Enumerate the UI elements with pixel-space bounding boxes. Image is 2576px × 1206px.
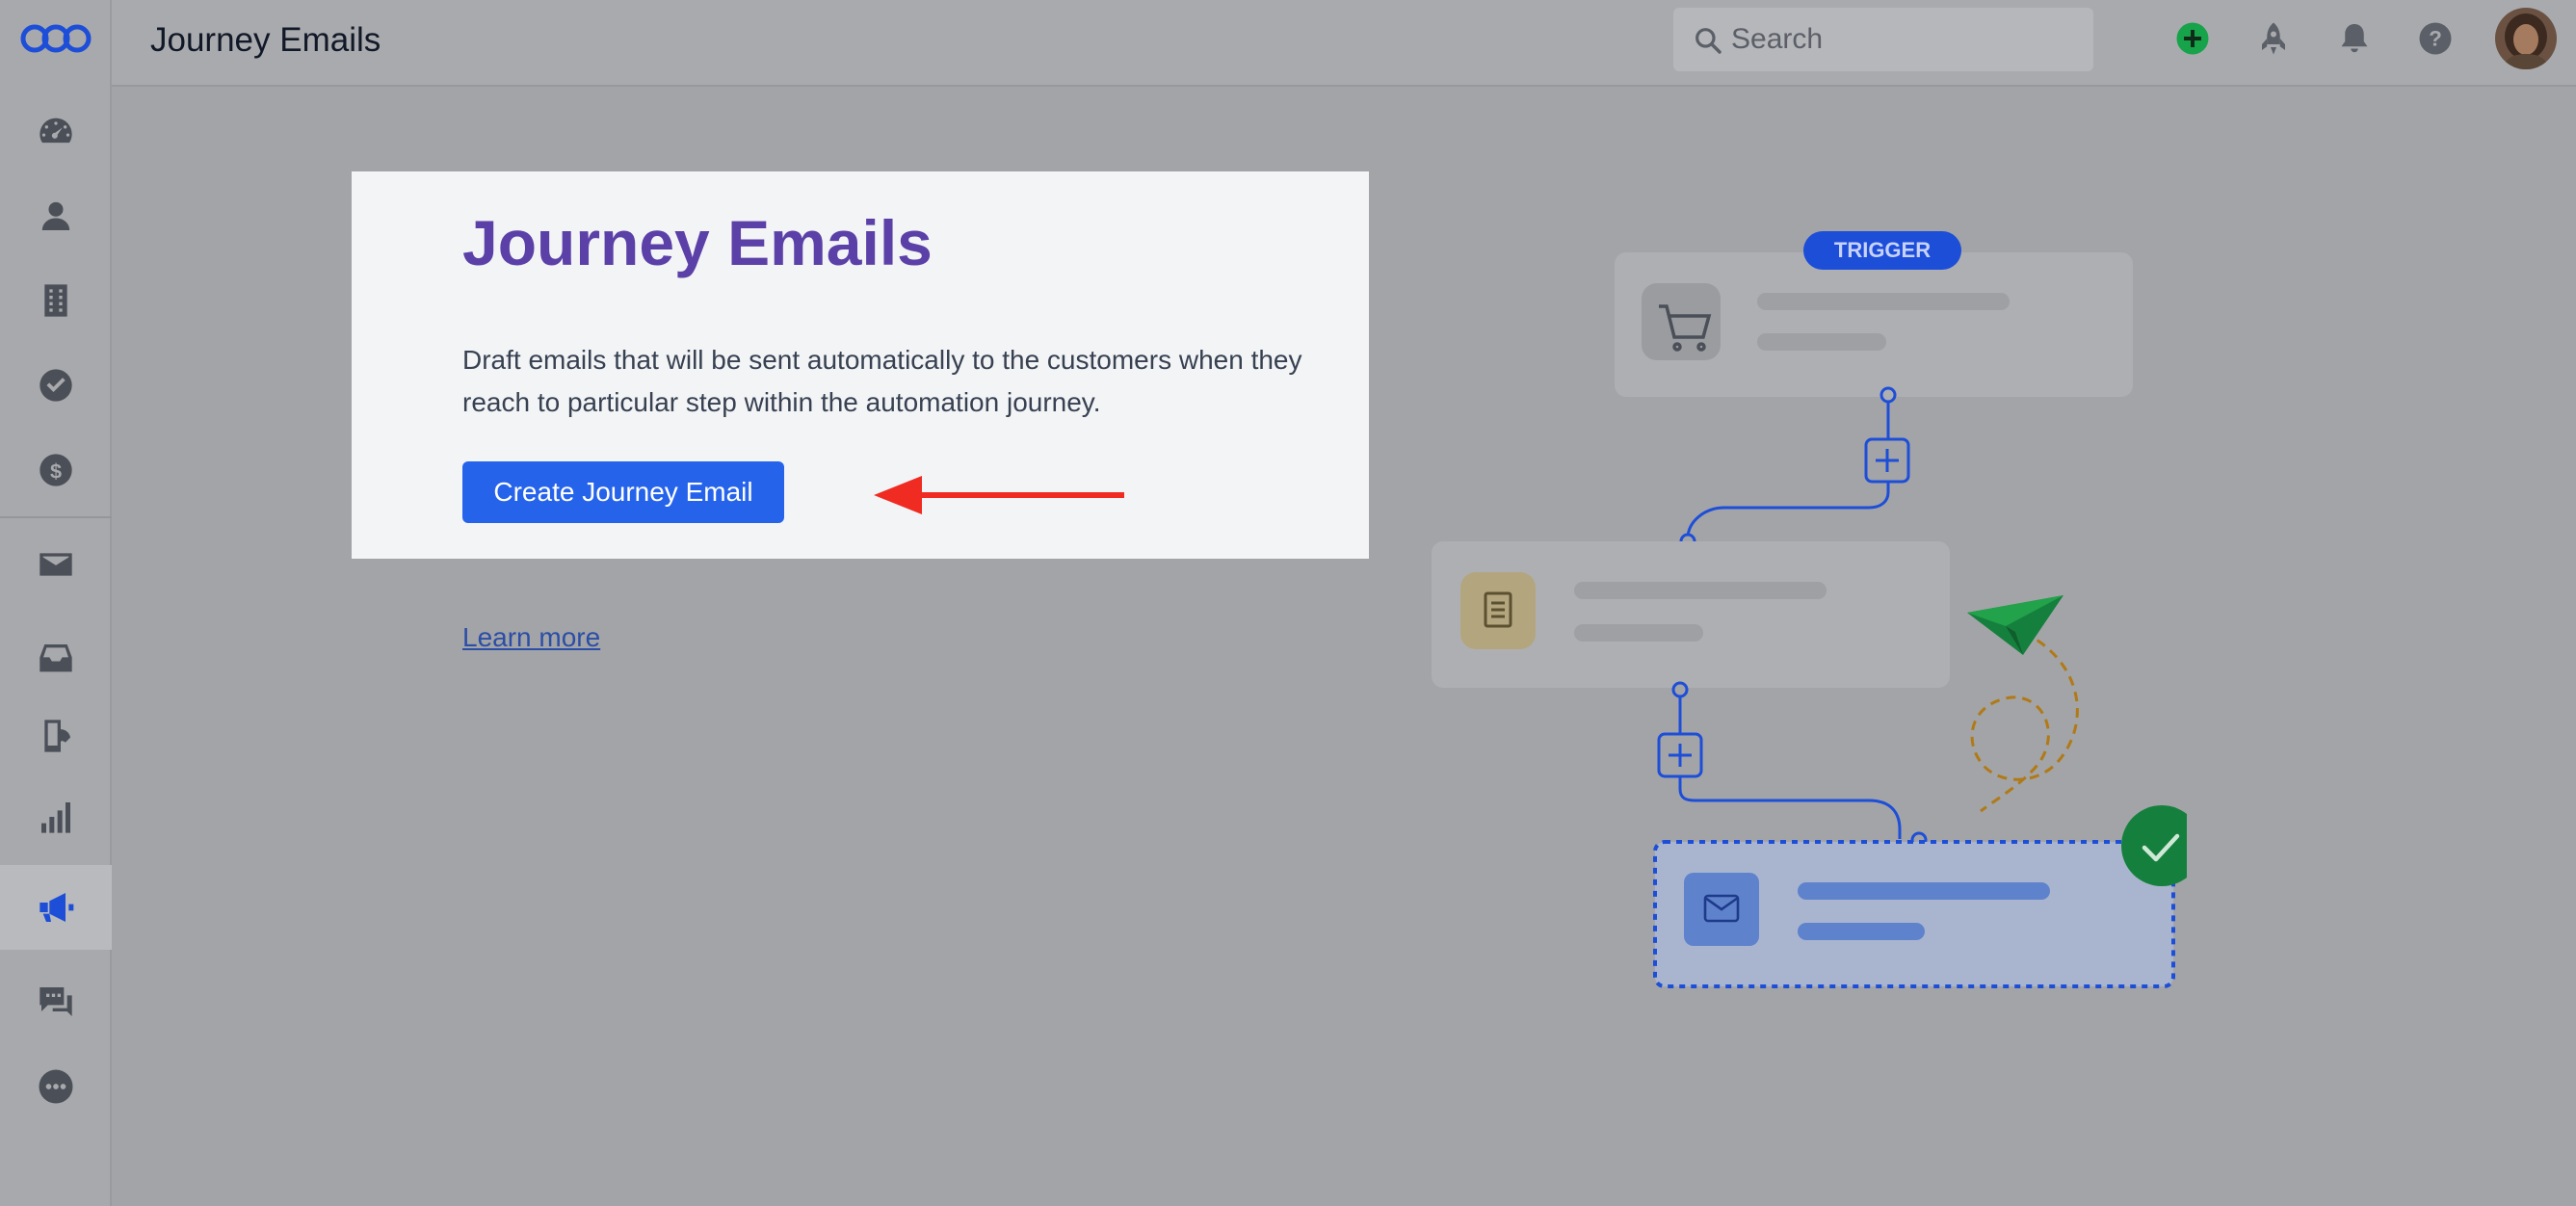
search-input[interactable]	[1731, 8, 2078, 71]
contacts-icon	[41, 201, 70, 230]
bell-icon[interactable]	[2337, 21, 2372, 56]
paper-plane-icon	[1967, 595, 2063, 655]
sidebar-item-campaigns[interactable]	[0, 865, 112, 950]
deals-icon: $	[39, 454, 72, 486]
sidebar-item-tasks[interactable]	[0, 343, 112, 428]
user-photo-icon	[2495, 8, 2557, 69]
campaigns-icon	[39, 893, 74, 922]
sidebar-item-reports[interactable]	[0, 774, 112, 859]
help-icon[interactable]: ?	[2418, 21, 2453, 56]
hero-heading: Journey Emails	[462, 207, 933, 278]
more-icon	[39, 1069, 73, 1104]
sidebar-item-chat[interactable]	[0, 959, 112, 1044]
create-journey-email-button[interactable]: Create Journey Email	[462, 461, 784, 523]
sidebar-item-email[interactable]	[0, 522, 112, 607]
tasks-icon	[39, 369, 72, 402]
sidebar: $	[0, 0, 112, 1206]
hero-description: Draft emails that will be sent automatic…	[462, 345, 1302, 417]
reports-icon	[41, 802, 70, 833]
inbox-icon	[39, 644, 72, 672]
svg-text:$: $	[50, 459, 62, 483]
rocket-icon[interactable]	[2256, 21, 2291, 56]
sidebar-item-dashboard[interactable]	[0, 89, 112, 173]
annotation-arrow-icon	[874, 476, 1124, 514]
user-avatar[interactable]	[2495, 8, 2557, 69]
journey-illustration: TRIGGER	[1432, 231, 2187, 988]
learn-more-link[interactable]: Learn more	[462, 622, 600, 653]
sidebar-item-inbox[interactable]	[0, 616, 112, 701]
search-icon	[1695, 28, 1722, 54]
app-logo-icon[interactable]	[17, 17, 94, 60]
sidebar-item-contacts[interactable]	[0, 173, 112, 258]
sidebar-item-phone[interactable]	[0, 694, 112, 778]
search-box[interactable]	[1673, 8, 2093, 71]
email-icon	[39, 553, 72, 576]
companies-icon	[44, 284, 67, 317]
empty-state-card: Journey Emails Draft emails that will be…	[352, 171, 1369, 559]
phone-icon	[44, 720, 70, 752]
sidebar-item-more[interactable]	[0, 1044, 112, 1129]
trigger-badge: TRIGGER	[1834, 238, 1931, 262]
top-bar: Journey Emails ?	[112, 0, 2576, 87]
svg-text:?: ?	[2429, 27, 2442, 51]
chat-icon	[39, 987, 72, 1016]
dashboard-icon	[39, 118, 72, 144]
add-icon[interactable]	[2175, 21, 2210, 56]
sidebar-item-deals[interactable]: $	[0, 428, 112, 512]
sidebar-item-companies[interactable]	[0, 258, 112, 343]
page-title: Journey Emails	[150, 21, 381, 59]
